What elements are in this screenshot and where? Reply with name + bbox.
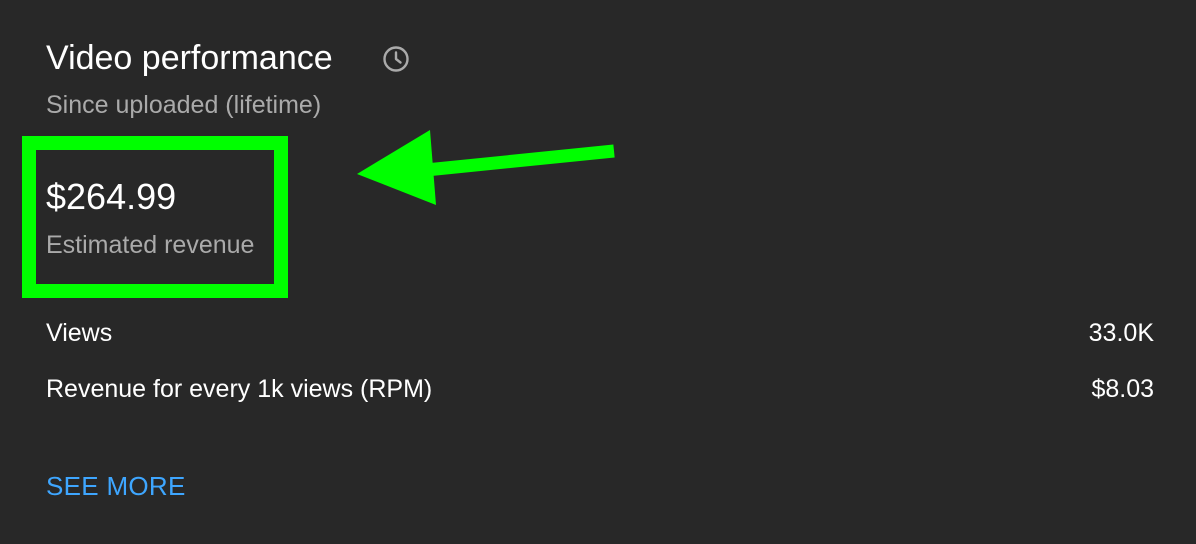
arrow-icon (350, 124, 622, 214)
metric-label: Views (46, 318, 113, 347)
card-subtitle: Since uploaded (lifetime) (46, 91, 322, 119)
see-more-link[interactable]: SEE MORE (46, 470, 186, 502)
estimated-revenue-label: Estimated revenue (46, 231, 255, 259)
video-performance-card: Video performance Since uploaded (lifeti… (0, 0, 1196, 544)
metric-value: $8.03 (1091, 374, 1154, 403)
estimated-revenue-value: $264.99 (46, 176, 177, 217)
metric-row-rpm: Revenue for every 1k views (RPM) $8.03 (46, 373, 1154, 405)
card-title: Video performance (46, 39, 333, 77)
metric-row-views: Views 33.0K (46, 317, 1154, 349)
clock-icon[interactable] (382, 45, 410, 73)
metric-value: 33.0K (1088, 318, 1154, 347)
metric-label: Revenue for every 1k views (RPM) (46, 374, 433, 403)
